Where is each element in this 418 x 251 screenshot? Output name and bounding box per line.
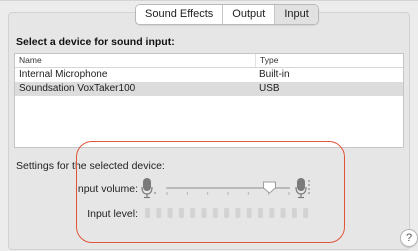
microphone-low-icon: [141, 178, 156, 199]
help-icon[interactable]: ?: [400, 229, 418, 247]
level-segment: [269, 208, 275, 218]
level-segment: [212, 208, 218, 218]
level-segment: [145, 208, 150, 218]
device-type: Built-in: [259, 69, 290, 80]
tab-bar: Sound Effects Output Input: [135, 4, 319, 25]
level-segment: [291, 208, 297, 218]
device-type: USB: [259, 83, 280, 94]
input-level-meter: [145, 208, 309, 218]
level-segment: [280, 208, 286, 218]
level-segment: [201, 208, 207, 218]
input-volume-label: Input volume:: [74, 183, 138, 195]
microphone-high-icon: [295, 178, 310, 199]
column-header-name[interactable]: Name: [15, 54, 255, 67]
input-volume-slider[interactable]: [163, 180, 293, 198]
level-segment: [156, 208, 162, 218]
device-name: Internal Microphone: [19, 69, 108, 80]
device-select-heading: Select a device for sound input:: [16, 36, 175, 48]
level-segment: [167, 208, 173, 218]
column-header-type[interactable]: Type: [255, 54, 403, 67]
level-segment: [246, 208, 252, 218]
level-segment: [178, 208, 184, 218]
settings-label: Settings for the selected device:: [16, 160, 165, 172]
level-segment: [190, 208, 196, 218]
slider-thumb: [262, 181, 276, 194]
device-name: Soundsation VoxTaker100: [19, 83, 136, 94]
tab-input[interactable]: Input: [275, 5, 318, 24]
input-level-label: Input level:: [87, 208, 138, 220]
level-segment: [224, 208, 230, 218]
table-row[interactable]: Internal Microphone Built-in: [15, 68, 403, 82]
window-top-edge: [0, 0, 418, 3]
table-row[interactable]: Soundsation VoxTaker100 USB: [15, 82, 403, 96]
tab-sound-effects[interactable]: Sound Effects: [136, 5, 224, 24]
level-segment: [258, 208, 263, 218]
tab-output[interactable]: Output: [223, 5, 276, 24]
level-segment: [235, 208, 241, 218]
level-segment: [303, 208, 309, 218]
table-header: Name Type: [15, 54, 403, 68]
device-table: Name Type Internal Microphone Built-in S…: [14, 53, 404, 148]
